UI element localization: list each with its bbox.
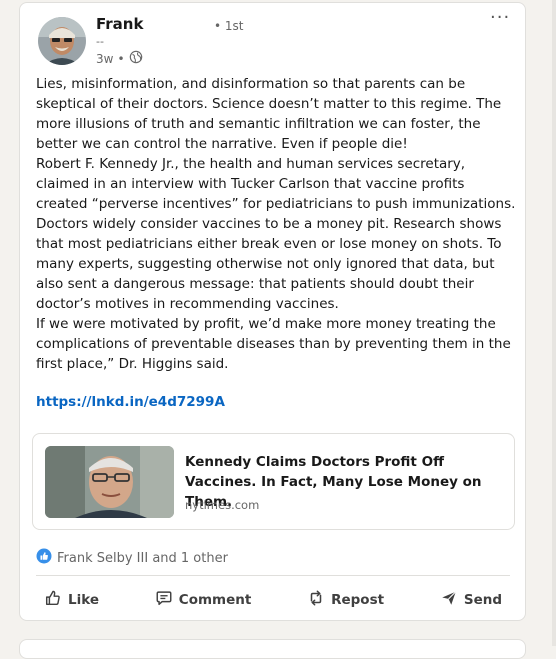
thumbs-up-icon: [44, 589, 62, 611]
send-icon: [440, 589, 458, 611]
feed-post-card: Frank • 1st -- 3w • ··· Lies, misinforma…: [19, 2, 526, 621]
post-meta: 3w •: [96, 50, 143, 67]
more-options-icon[interactable]: ···: [490, 7, 510, 28]
send-button[interactable]: Send: [432, 583, 510, 617]
like-button[interactable]: Like: [36, 583, 107, 617]
globe-icon: [129, 50, 143, 67]
post-actions-bar: Like Comment Repost Send: [36, 583, 510, 617]
scrollbar-track[interactable]: [552, 0, 556, 646]
meta-separator: •: [117, 51, 125, 66]
post-paragraph: If we were motivated by profit, we’d mak…: [36, 316, 511, 372]
preview-source: nytimes.com: [185, 498, 260, 512]
comment-button[interactable]: Comment: [147, 583, 260, 617]
connection-degree: • 1st: [214, 19, 244, 33]
next-feed-post-card: [19, 639, 526, 659]
author-headline: --: [96, 35, 104, 48]
repost-label: Repost: [331, 592, 385, 608]
post-body: Lies, misinformation, and disinformation…: [36, 74, 516, 374]
link-preview-card[interactable]: Kennedy Claims Doctors Profit Off Vaccin…: [32, 433, 515, 530]
post-time: 3w: [96, 51, 114, 66]
like-reaction-icon: [36, 548, 52, 568]
repost-button[interactable]: Repost: [299, 583, 392, 617]
send-label: Send: [463, 592, 502, 608]
actions-divider: [36, 575, 510, 576]
post-paragraph: Robert F. Kennedy Jr., the health and hu…: [36, 156, 516, 312]
reactions-text: Frank Selby III and 1 other: [57, 550, 228, 566]
comment-label: Comment: [178, 592, 252, 608]
like-label: Like: [68, 592, 100, 608]
author-name[interactable]: Frank: [96, 15, 143, 33]
reactions-summary[interactable]: Frank Selby III and 1 other: [36, 548, 228, 568]
preview-thumbnail: [45, 446, 174, 518]
post-link[interactable]: https://lnkd.in/e4d7299A: [36, 394, 225, 410]
repost-icon: [307, 589, 325, 611]
author-avatar[interactable]: [38, 17, 86, 65]
post-paragraph: Lies, misinformation, and disinformation…: [36, 76, 502, 152]
comment-icon: [155, 589, 173, 611]
